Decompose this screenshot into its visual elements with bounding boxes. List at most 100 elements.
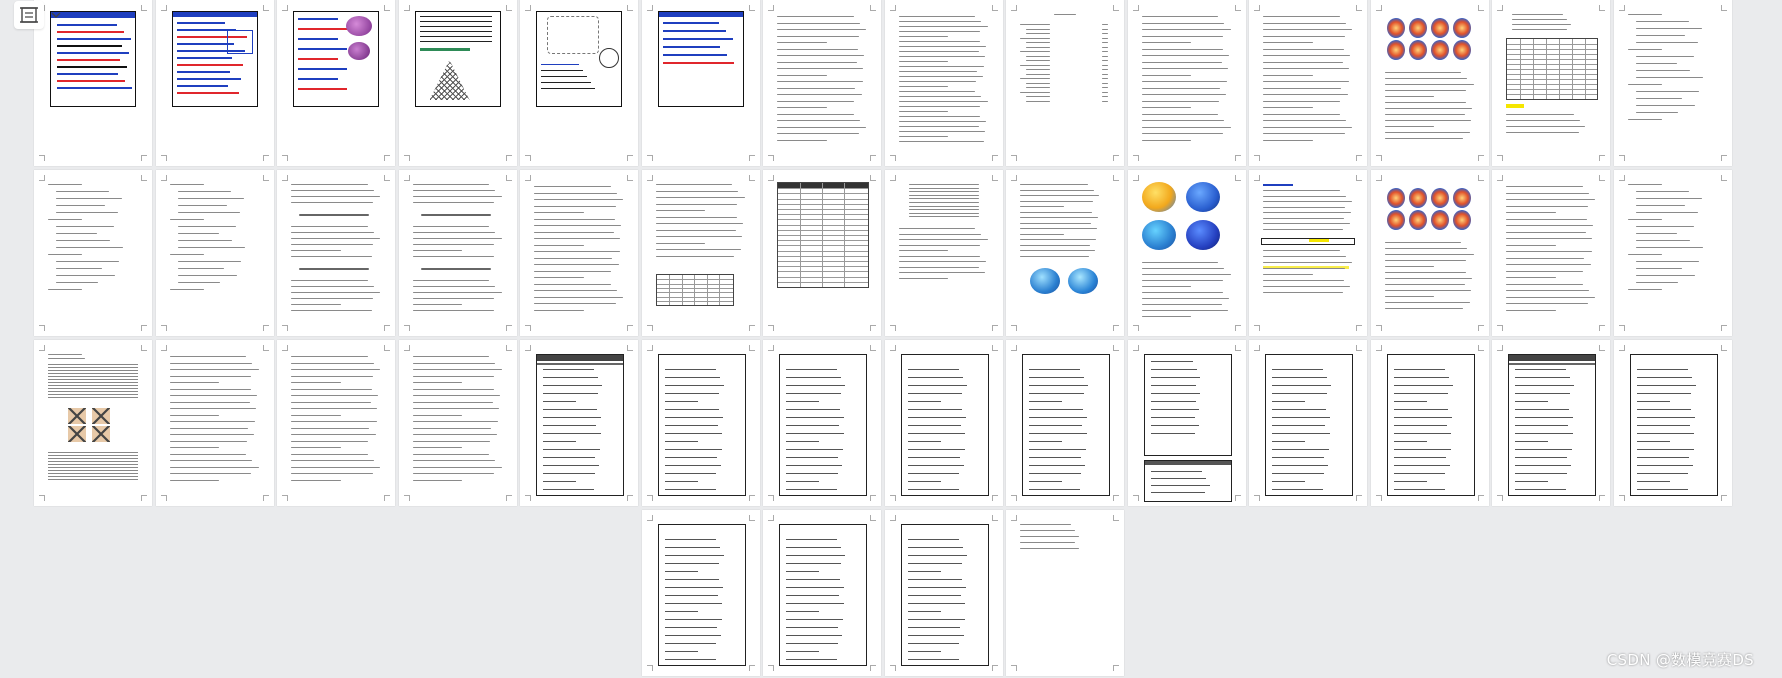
text-line xyxy=(291,292,381,294)
page-thumbnail[interactable] xyxy=(277,340,395,506)
text-line xyxy=(1263,94,1348,96)
page-thumbnail[interactable] xyxy=(763,0,881,166)
table-row xyxy=(778,229,868,231)
page-thumbnail[interactable] xyxy=(641,0,760,166)
page-thumbnail[interactable] xyxy=(641,340,760,506)
page-thumbnail[interactable] xyxy=(884,0,1003,166)
page-thumbnail[interactable] xyxy=(277,170,395,336)
text-line xyxy=(1141,262,1218,264)
page-thumbnail[interactable] xyxy=(1127,0,1246,166)
page-thumbnail[interactable] xyxy=(884,170,1003,336)
page-thumbnail[interactable] xyxy=(398,170,517,336)
list-item xyxy=(56,282,98,284)
view-dropdown-button[interactable] xyxy=(48,1,64,29)
text-line xyxy=(898,61,948,63)
list-item xyxy=(177,275,237,277)
text-line xyxy=(1636,393,1692,395)
page-thumbnail[interactable] xyxy=(1370,340,1489,506)
page-thumbnail[interactable] xyxy=(155,340,274,506)
page-thumbnail[interactable] xyxy=(1006,510,1124,676)
text-line xyxy=(1384,78,1468,80)
page-thumbnail[interactable] xyxy=(641,170,760,336)
page-thumbnail[interactable] xyxy=(1127,340,1246,506)
view-toolbar xyxy=(14,0,74,30)
text-line xyxy=(298,88,347,90)
page-thumbnail[interactable] xyxy=(884,340,1003,506)
text-line xyxy=(291,382,341,384)
crop-mark xyxy=(768,495,774,501)
page-thumbnail[interactable] xyxy=(34,170,152,336)
page-thumbnail[interactable] xyxy=(641,510,760,676)
text-line xyxy=(1141,74,1191,76)
page-thumbnail[interactable] xyxy=(1613,170,1732,336)
page-thumbnail[interactable] xyxy=(1613,0,1732,166)
text-line xyxy=(1506,277,1556,279)
text-line xyxy=(655,223,743,225)
text-line xyxy=(1141,29,1231,31)
page-thumbnail[interactable] xyxy=(1492,340,1610,506)
list-item xyxy=(1635,205,1685,207)
page-thumbnail[interactable] xyxy=(1006,340,1124,506)
page-thumbnail[interactable] xyxy=(34,340,152,506)
crop-mark xyxy=(1011,155,1017,161)
text-line xyxy=(786,441,819,443)
page-thumbnail[interactable] xyxy=(1370,170,1489,336)
page-thumbnail[interactable] xyxy=(155,0,274,166)
text-line xyxy=(1020,195,1100,197)
text-line xyxy=(1150,401,1196,403)
text-line xyxy=(664,465,721,467)
page-thumbnail[interactable] xyxy=(884,510,1003,676)
page-thumbnail[interactable] xyxy=(1492,0,1610,166)
slide-frame xyxy=(293,11,379,107)
page-thumbnail[interactable] xyxy=(1249,0,1367,166)
page-thumbnail[interactable] xyxy=(1249,340,1367,506)
crop-mark xyxy=(39,345,45,351)
toc-entry xyxy=(1026,33,1050,35)
code-block xyxy=(900,524,989,666)
formula-line xyxy=(420,268,491,270)
page-thumbnail[interactable] xyxy=(1127,170,1246,336)
text-line xyxy=(664,393,720,395)
text-line xyxy=(176,71,230,73)
surface-figure xyxy=(1386,18,1405,38)
page-view-button[interactable] xyxy=(14,1,44,29)
list-item xyxy=(177,240,232,242)
page-thumbnail[interactable] xyxy=(520,170,638,336)
text-line xyxy=(1393,385,1453,387)
text-line xyxy=(786,651,819,653)
page-thumbnail[interactable] xyxy=(1006,170,1124,336)
table-row xyxy=(1507,74,1597,75)
text-line xyxy=(1506,238,1593,240)
crop-mark xyxy=(768,325,774,331)
crop-mark xyxy=(1113,155,1119,161)
page-thumbnail[interactable] xyxy=(763,510,881,676)
page-thumbnail[interactable] xyxy=(1249,170,1367,336)
page-thumbnail[interactable] xyxy=(1006,0,1124,166)
page-thumbnail[interactable] xyxy=(763,170,881,336)
crop-mark xyxy=(889,345,896,351)
crop-mark xyxy=(525,325,531,331)
crop-mark xyxy=(870,665,876,671)
text-line xyxy=(412,250,462,252)
page-thumbnail[interactable] xyxy=(1613,340,1732,506)
page-thumbnail[interactable] xyxy=(763,340,881,506)
page-thumbnail[interactable] xyxy=(155,170,274,336)
text-line xyxy=(1272,465,1329,467)
page-thumbnail[interactable] xyxy=(1370,0,1489,166)
page-thumbnail[interactable] xyxy=(520,0,638,166)
text-line xyxy=(419,21,492,23)
text-line xyxy=(786,401,819,403)
text-line xyxy=(1141,61,1222,63)
page-thumbnail[interactable] xyxy=(398,0,517,166)
list-item xyxy=(1635,105,1695,107)
text-line xyxy=(169,401,250,403)
text-line xyxy=(907,385,967,387)
page-thumbnail[interactable] xyxy=(520,340,638,506)
page-thumbnail[interactable] xyxy=(277,0,395,166)
text-line xyxy=(907,449,965,451)
page-thumbnail[interactable] xyxy=(398,340,517,506)
text-line xyxy=(1141,120,1225,122)
page-thumbnail[interactable] xyxy=(1492,170,1610,336)
text-line xyxy=(1506,126,1586,128)
text-line xyxy=(1393,489,1445,491)
